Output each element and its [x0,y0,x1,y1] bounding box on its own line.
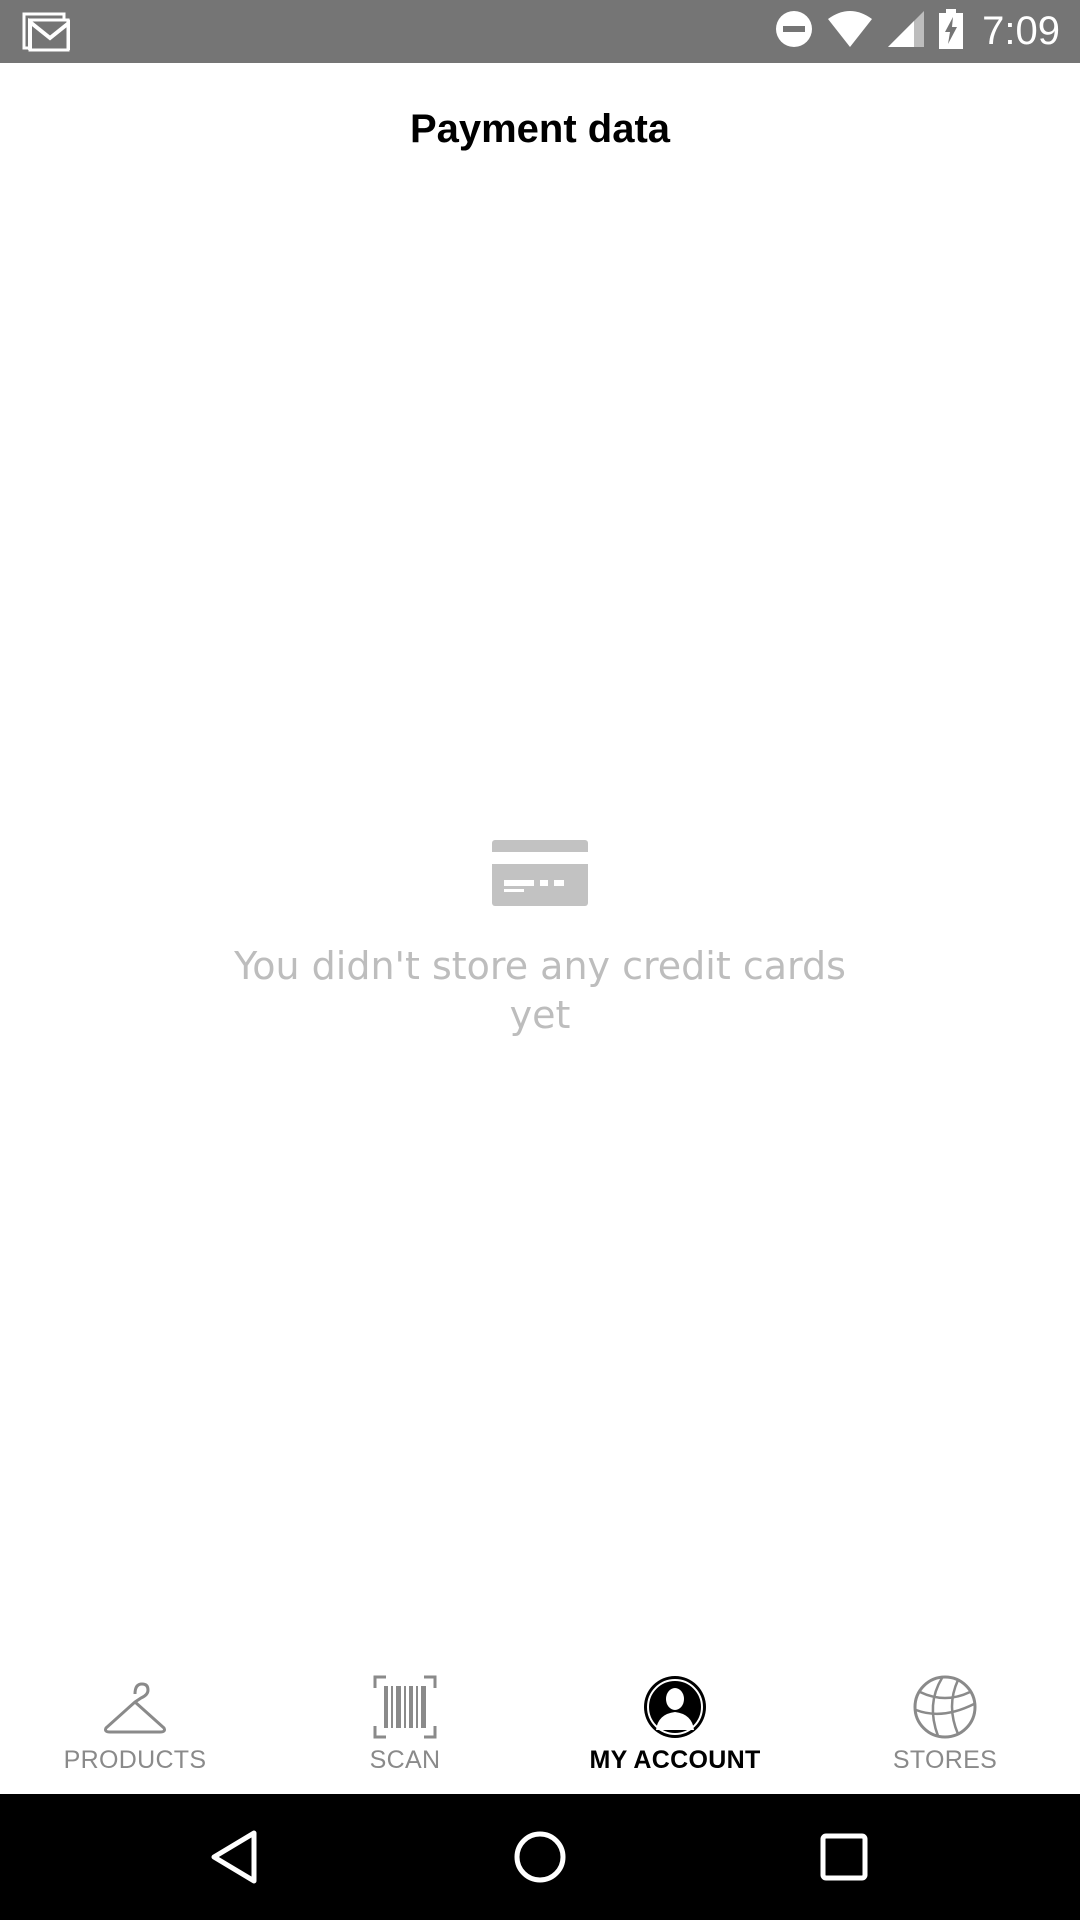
cell-signal-icon [886,9,926,54]
system-nav-bar [0,1794,1080,1920]
nav-label-scan: SCAN [369,1746,441,1774]
back-icon[interactable] [206,1827,266,1887]
status-bar: 7:09 [0,0,1080,63]
battery-charging-icon [938,9,964,54]
account-icon [642,1674,708,1740]
nav-item-scan[interactable]: SCAN [270,1652,540,1794]
app-header: Payment data [0,63,1080,208]
nav-label-products: PRODUCTS [63,1746,207,1774]
barcode-scan-icon [372,1674,438,1740]
nav-item-products[interactable]: PRODUCTS [0,1652,270,1794]
do-not-disturb-icon [774,9,814,54]
wifi-icon [826,9,874,54]
nav-item-my-account[interactable]: MY ACCOUNT [540,1652,810,1794]
hanger-icon [102,1674,168,1740]
bottom-nav: PRODUCTS SCAN MY ACCOUNT STORES [0,1652,1080,1794]
nav-item-stores[interactable]: STORES [810,1652,1080,1794]
recents-icon[interactable] [814,1827,874,1887]
page-title: Payment data [409,107,671,151]
screen: 7:09 Payment data You didn't store any c… [0,0,1080,1920]
gmail-icon [22,12,72,57]
status-icons: 7:09 [774,0,1060,63]
nav-label-stores: STORES [892,1746,998,1774]
empty-state: You didn't store any credit cards yet [0,840,1080,1040]
empty-message: You didn't store any credit cards yet [234,944,846,1037]
home-icon[interactable] [510,1827,570,1887]
status-time: 7:09 [982,9,1060,53]
globe-icon [912,1674,978,1740]
nav-label-my-account: MY ACCOUNT [589,1746,761,1774]
credit-card-icon [492,840,588,906]
